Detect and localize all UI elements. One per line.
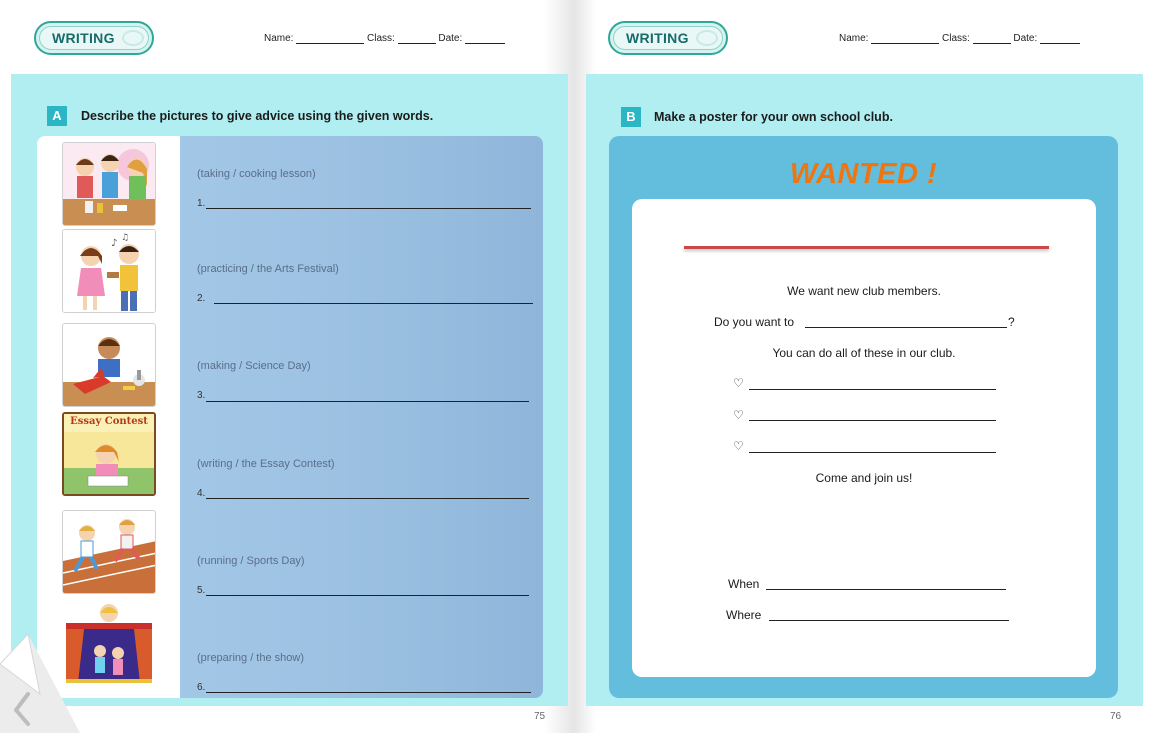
section-a-title: Describe the pictures to give advice usi… <box>81 109 434 123</box>
writing-badge: WRITING <box>34 21 154 55</box>
poster-want-blank[interactable] <box>805 327 1007 328</box>
poster-heading: WANTED ! <box>789 158 938 190</box>
poster-activity-blank-2[interactable] <box>749 420 996 421</box>
poster-when-blank[interactable] <box>766 589 1006 590</box>
picture-column: ♪ ♫ Essay Contest <box>37 136 180 698</box>
writing-badge-label: WRITING <box>52 30 115 46</box>
class-field[interactable] <box>397 34 436 44</box>
item-2-hint: (practicing / the Arts Festival) <box>197 263 339 275</box>
item-3-number: 3. <box>197 390 206 401</box>
svg-text:♪: ♪ <box>111 238 117 249</box>
section-a-letter: A <box>47 106 67 126</box>
item-4-number: 4. <box>197 488 206 499</box>
picture-sports-day <box>62 510 156 594</box>
heart-bullet-icon: ♡ <box>733 439 744 453</box>
item-4-answer-line[interactable] <box>206 498 529 499</box>
poster-line-members: We want new club members. <box>787 284 941 298</box>
book-spread: WRITING Name: Class: Date: A Describe th… <box>0 0 1149 733</box>
item-6-hint: (preparing / the show) <box>197 652 304 664</box>
class-label-right: Class: <box>942 33 970 44</box>
picture-arts-festival: ♪ ♫ <box>62 229 156 313</box>
poster-when-label: When <box>728 577 760 591</box>
poster-card: We want new club members. Do you want to… <box>632 199 1096 677</box>
date-label-right: Date: <box>1013 33 1038 44</box>
essay-contest-sign: Essay Contest <box>70 416 148 427</box>
item-1-hint: (taking / cooking lesson) <box>197 168 316 180</box>
class-label: Class: <box>367 33 395 44</box>
page-number-right: 76 <box>1110 711 1122 722</box>
swirl-decoration-icon <box>696 30 718 46</box>
poster-where-blank[interactable] <box>769 620 1009 621</box>
poster-line-want-suffix: ? <box>1008 315 1015 329</box>
date-field[interactable] <box>465 34 506 44</box>
item-6-number: 6. <box>197 682 206 693</box>
item-2-answer-line[interactable] <box>214 303 533 304</box>
page-number-left: 75 <box>534 711 546 722</box>
header-fields-right: Name: Class: Date: <box>839 33 1081 44</box>
poster-line-activities: You can do all of these in our club. <box>772 346 956 360</box>
writing-badge-right: WRITING <box>608 21 728 55</box>
item-4-hint: (writing / the Essay Contest) <box>197 458 335 470</box>
date-field-right[interactable] <box>1040 34 1081 44</box>
name-label-right: Name: <box>839 33 869 44</box>
poster-where-label: Where <box>726 608 762 622</box>
club-poster: WANTED ! We want new club members. Do yo… <box>609 136 1118 698</box>
picture-science-day <box>62 323 156 407</box>
swirl-decoration-icon <box>122 30 144 46</box>
class-field-right[interactable] <box>972 34 1011 44</box>
header-fields: Name: Class: Date: <box>264 33 506 44</box>
picture-essay-contest: Essay Contest <box>62 412 156 496</box>
picture-cooking-lesson <box>62 142 156 226</box>
heart-bullet-icon: ♡ <box>733 376 744 390</box>
poster-activity-blank-1[interactable] <box>749 389 996 390</box>
exercise-a: ♪ ♫ Essay Contest (taking / cooking less… <box>37 136 543 698</box>
svg-text:♫: ♫ <box>121 233 129 243</box>
item-3-hint: (making / Science Day) <box>197 360 311 372</box>
poster-title-line[interactable] <box>684 246 1049 249</box>
section-b-title: Make a poster for your own school club. <box>654 110 893 124</box>
item-6-answer-line[interactable] <box>206 692 531 693</box>
poster-line-join: Come and join us! <box>815 471 913 485</box>
item-5-hint: (running / Sports Day) <box>197 555 305 567</box>
item-2-number: 2. <box>197 293 206 304</box>
name-label: Name: <box>264 33 294 44</box>
date-label: Date: <box>438 33 463 44</box>
name-field[interactable] <box>296 34 365 44</box>
poster-line-want-prefix: Do you want to <box>714 315 795 329</box>
poster-activity-blank-3[interactable] <box>749 452 996 453</box>
item-1-number: 1. <box>197 198 206 209</box>
heart-bullet-icon: ♡ <box>733 408 744 422</box>
item-1-answer-line[interactable] <box>206 208 531 209</box>
page-curl-back-icon[interactable] <box>0 632 80 733</box>
section-b-letter: B <box>621 107 641 127</box>
item-3-answer-line[interactable] <box>206 401 529 402</box>
left-page: WRITING Name: Class: Date: A Describe th… <box>0 0 574 733</box>
writing-badge-right-label: WRITING <box>626 30 689 46</box>
item-5-answer-line[interactable] <box>206 595 529 596</box>
name-field-right[interactable] <box>871 34 940 44</box>
item-5-number: 5. <box>197 585 206 596</box>
